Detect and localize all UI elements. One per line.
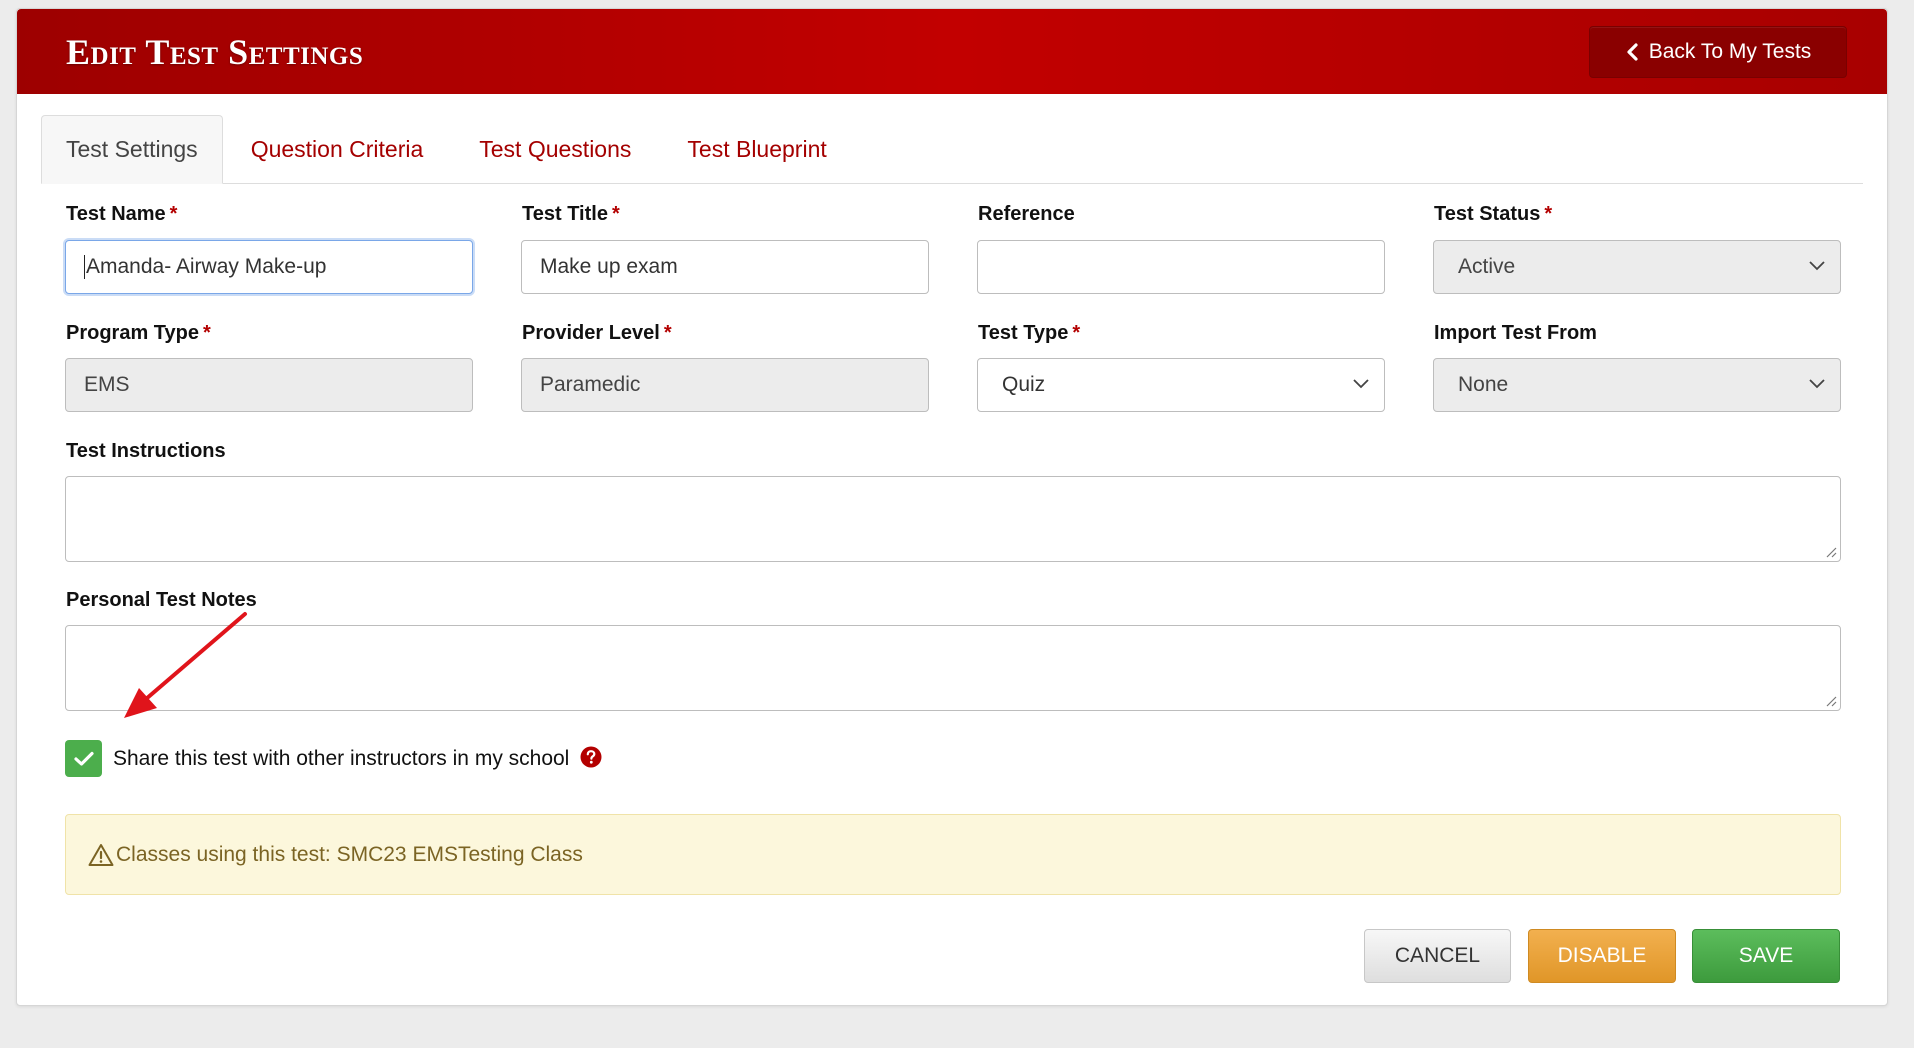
reference-label: Reference bbox=[978, 203, 1075, 225]
test-name-input[interactable]: Amanda- Airway Make-up bbox=[65, 240, 473, 294]
tab-test-blueprint[interactable]: Test Blueprint bbox=[659, 115, 854, 184]
chevron-down-icon bbox=[1353, 379, 1369, 389]
question-circle-icon[interactable] bbox=[580, 746, 602, 768]
chevron-left-icon bbox=[1627, 43, 1638, 61]
chevron-down-icon bbox=[1809, 379, 1825, 389]
tab-test-settings[interactable]: Test Settings bbox=[41, 115, 223, 184]
back-to-my-tests-button[interactable]: Back To My Tests bbox=[1589, 26, 1847, 78]
page-header: Edit Test Settings Back To My Tests bbox=[17, 9, 1887, 94]
tab-bar: Test Settings Question Criteria Test Que… bbox=[41, 107, 1863, 184]
resize-grip-icon[interactable] bbox=[1823, 544, 1837, 558]
test-status-select[interactable]: Active bbox=[1433, 240, 1841, 294]
checkmark-icon bbox=[73, 751, 94, 766]
page-title: Edit Test Settings bbox=[66, 32, 364, 72]
cancel-button[interactable]: Cancel bbox=[1364, 929, 1511, 983]
test-instructions-label: Test Instructions bbox=[66, 440, 226, 462]
test-type-label: Test Type * bbox=[978, 322, 1081, 344]
save-button[interactable]: Save bbox=[1692, 929, 1840, 983]
share-test-label[interactable]: Share this test with other instructors i… bbox=[113, 747, 569, 771]
import-test-from-select[interactable]: None bbox=[1433, 358, 1841, 412]
test-title-label: Test Title * bbox=[522, 203, 620, 225]
test-title-input[interactable]: Make up exam bbox=[521, 240, 929, 294]
reference-input[interactable] bbox=[977, 240, 1385, 294]
share-test-checkbox[interactable] bbox=[65, 740, 102, 777]
disable-button[interactable]: Disable bbox=[1528, 929, 1676, 983]
chevron-down-icon bbox=[1809, 261, 1825, 271]
test-instructions-textarea[interactable] bbox=[65, 476, 1841, 562]
text-caret bbox=[84, 255, 85, 279]
test-status-label: Test Status * bbox=[1434, 203, 1553, 225]
tab-test-questions[interactable]: Test Questions bbox=[451, 115, 659, 184]
personal-test-notes-label: Personal Test Notes bbox=[66, 589, 257, 611]
back-button-label: Back To My Tests bbox=[1648, 40, 1812, 63]
program-type-field: EMS bbox=[65, 358, 473, 412]
provider-level-label: Provider Level * bbox=[522, 322, 672, 344]
program-type-label: Program Type * bbox=[66, 322, 211, 344]
test-type-select[interactable]: Quiz bbox=[977, 358, 1385, 412]
alert-text: Classes using this test: SMC23 EMSTestin… bbox=[116, 842, 583, 866]
classes-using-test-alert: Classes using this test: SMC23 EMSTestin… bbox=[65, 814, 1841, 895]
tab-question-criteria[interactable]: Question Criteria bbox=[223, 115, 452, 184]
test-name-label: Test Name * bbox=[66, 203, 178, 225]
import-test-from-label: Import Test From bbox=[1434, 322, 1597, 344]
personal-test-notes-textarea[interactable] bbox=[65, 625, 1841, 711]
resize-grip-icon[interactable] bbox=[1823, 693, 1837, 707]
warning-icon bbox=[88, 843, 114, 866]
provider-level-field: Paramedic bbox=[521, 358, 929, 412]
edit-test-card: Edit Test Settings Back To My Tests Test… bbox=[16, 8, 1888, 1006]
